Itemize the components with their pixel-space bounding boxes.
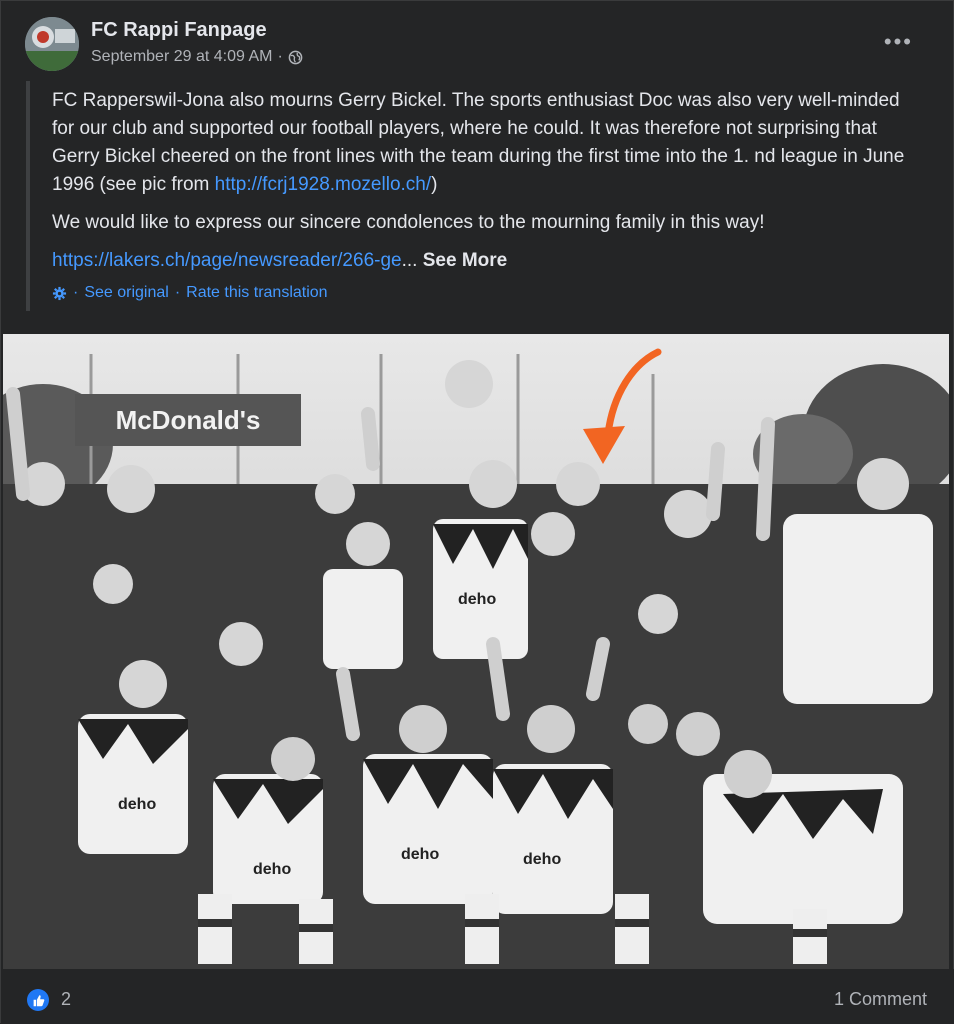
shirt-sponsor-text-2: deho	[118, 796, 156, 813]
meta-separator: ·	[277, 48, 283, 65]
post-paragraph-2: We would like to express our sincere con…	[52, 212, 765, 233]
see-original-link[interactable]: See original	[84, 284, 169, 302]
post-paragraph-3: https://lakers.ch/page/newsreader/266-ge…	[52, 247, 922, 275]
like-count[interactable]: 2	[61, 989, 71, 1010]
post-card: FC Rappi Fanpage September 29 at 4:09 AM…	[0, 0, 954, 1024]
globe-icon	[288, 50, 303, 64]
avatar-image	[25, 17, 79, 71]
source-link[interactable]: http://fcrj1928.mozello.ch/	[215, 174, 432, 195]
post-photo[interactable]: McDonald's deho deho deho deho deho	[3, 334, 949, 969]
more-options-button[interactable]: •••	[884, 29, 913, 55]
post-text: FC Rapperswil-Jona also mourns Gerry Bic…	[52, 87, 922, 285]
see-more-button[interactable]: See More	[423, 250, 507, 271]
shirt-sponsor-text-4: deho	[523, 851, 561, 868]
post-meta: September 29 at 4:09 AM ·	[91, 48, 303, 66]
post-paragraph-1: FC Rapperswil-Jona also mourns Gerry Bic…	[52, 87, 922, 199]
shirt-sponsor-text-5: deho	[253, 861, 291, 878]
post-footer: 2 1 Comment	[1, 969, 954, 1024]
translation-quote-bar	[26, 81, 30, 311]
post-timestamp[interactable]: September 29 at 4:09 AM	[91, 48, 272, 66]
gear-icon	[52, 286, 67, 300]
paragraph-1-text: FC Rapperswil-Jona also mourns Gerry Bic…	[52, 90, 905, 195]
ellipsis: ...	[401, 250, 418, 271]
shirt-sponsor-text-1: deho	[458, 591, 496, 608]
team-celebration-photo: McDonald's deho deho deho deho deho	[3, 334, 949, 969]
thumbs-up-icon[interactable]	[27, 989, 49, 1011]
translation-row: · See original · Rate this translation	[52, 284, 328, 302]
comment-count[interactable]: 1 Comment	[834, 989, 927, 1010]
shirt-sponsor-text-3: deho	[401, 846, 439, 863]
mcdonalds-sign-text: McDonald's	[116, 405, 261, 435]
paragraph-1-close: )	[431, 174, 438, 195]
rate-translation-link[interactable]: Rate this translation	[186, 284, 327, 302]
page-name[interactable]: FC Rappi Fanpage	[91, 19, 267, 42]
translation-sep-2: ·	[174, 284, 181, 301]
page-avatar[interactable]	[25, 17, 79, 71]
lakers-link[interactable]: https://lakers.ch/page/newsreader/266-ge	[52, 250, 402, 271]
translation-sep-1: ·	[73, 284, 79, 301]
